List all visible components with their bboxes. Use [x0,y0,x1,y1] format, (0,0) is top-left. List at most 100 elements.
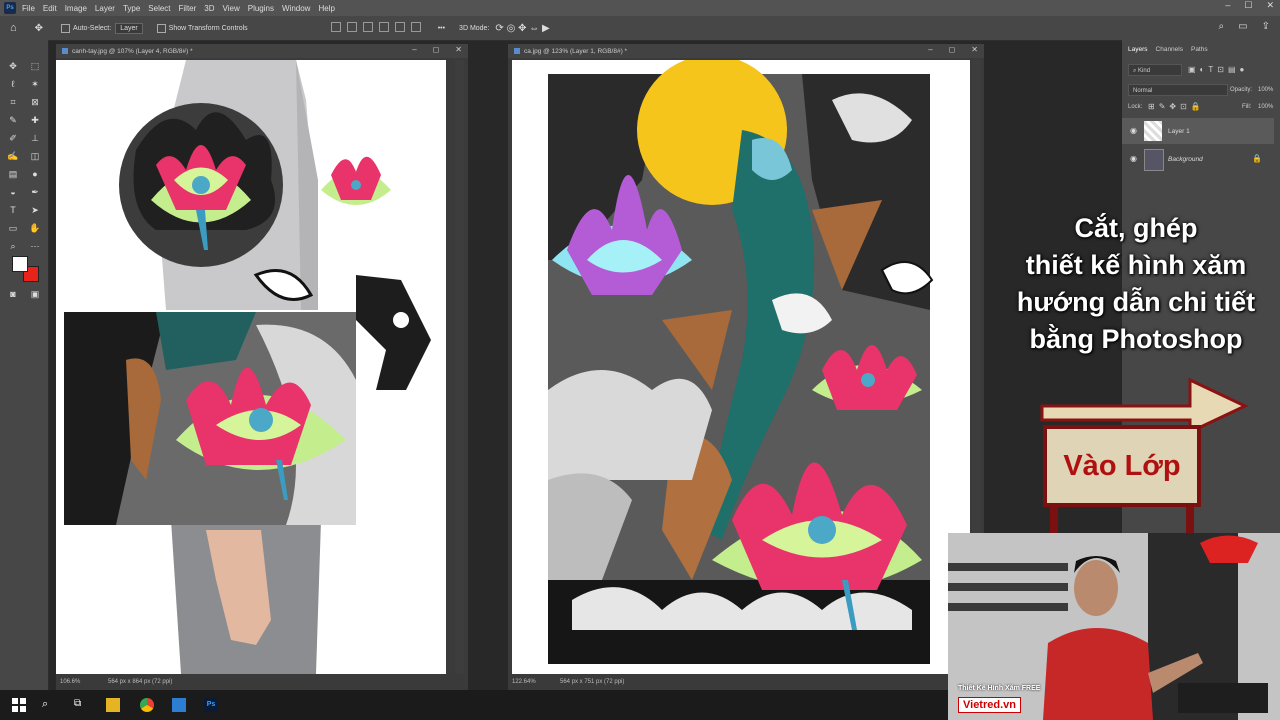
doc-restore-icon[interactable]: ◻ [433,45,440,54]
frame-tool-icon[interactable]: ⊠ [28,96,42,108]
marquee-tool-icon[interactable]: ⬚ [28,60,42,72]
foreground-color-swatch[interactable] [12,256,28,272]
auto-select-checkbox[interactable] [61,23,73,33]
menu-filter[interactable]: Filter [179,4,197,13]
align-right-icon[interactable] [410,22,421,32]
layer-name[interactable]: Background [1168,156,1203,163]
menu-3d[interactable]: 3D [204,4,214,13]
menu-view[interactable]: View [223,4,240,13]
brush-tool-icon[interactable]: ✐ [6,132,20,144]
eye-icon[interactable]: ◉ [1130,154,1137,163]
pen-tool-icon[interactable]: ✒ [28,186,42,198]
menu-bar: Ps File Edit Image Layer Type Select Fil… [0,0,1280,16]
eye-icon[interactable]: ◉ [1130,126,1137,135]
healing-brush-icon[interactable]: ✚ [28,114,42,126]
show-transform-checkbox[interactable] [156,23,169,33]
zoom-level[interactable]: 122.64% [512,679,550,685]
move-tool-preset-icon[interactable]: ✥ [35,23,43,34]
lasso-tool-icon[interactable]: ℓ [6,78,20,90]
share-icon[interactable]: ⇪ [1262,21,1270,32]
document-size: 564 px x 864 px (72 ppi) [108,679,173,685]
dodge-tool-icon[interactable]: ◒ [6,186,20,198]
fill-label: Fill: [1242,104,1252,110]
align-middle-icon[interactable] [346,22,357,32]
history-brush-icon[interactable]: ✍ [6,150,20,162]
doc-minimize-icon[interactable]: – [928,45,932,54]
minimize-button[interactable]: – [1225,0,1230,11]
type-tool-icon[interactable]: T [6,204,20,216]
menu-image[interactable]: Image [65,4,87,13]
photoshop-logo-icon[interactable]: Ps [4,2,16,14]
auto-select-dropdown[interactable]: Layer [115,22,143,34]
menu-file[interactable]: File [22,4,35,13]
hand-tool-icon[interactable]: ✋ [28,222,42,234]
workspace-icon[interactable]: ▭ [1238,21,1247,32]
blend-mode-dropdown[interactable]: Normal [1128,84,1228,96]
menu-type[interactable]: Type [123,4,140,13]
join-class-sign[interactable]: Vào Lớp [1043,425,1201,507]
canvas-koi[interactable] [512,60,970,674]
tab-channels[interactable]: Channels [1156,46,1183,53]
layer-name[interactable]: Layer 1 [1168,128,1190,135]
doc-restore-icon[interactable]: ◻ [949,45,956,54]
eyedropper-icon[interactable]: ✎ [6,114,20,126]
tab-paths[interactable]: Paths [1191,46,1208,53]
path-select-icon[interactable]: ➤ [28,204,42,216]
menu-plugins[interactable]: Plugins [248,4,274,13]
crop-tool-icon[interactable]: ⌗ [6,96,20,108]
show-transform-label: Show Transform Controls [168,24,248,32]
document-tab-title: canh-tay.jpg @ 107% (Layer 4, RGB/8#) * [72,47,193,55]
lock-icons[interactable]: ⊞✎✥⊡🔒 [1148,102,1205,111]
search-icon[interactable]: ⌕ [1219,21,1225,32]
tab-layers[interactable]: Layers [1128,46,1148,53]
more-tools-icon[interactable]: ⋯ [28,240,42,252]
maximize-button[interactable]: ☐ [1244,0,1252,11]
layer-filter-icons[interactable]: ▣◐T⊡▤● [1188,65,1248,74]
layer-filter-dropdown[interactable]: ⌕ Kind [1128,64,1182,76]
more-options-button[interactable]: ••• [438,25,445,32]
3d-orbit-icon[interactable]: ⟳ ◎ ✥ ⇔ ▶ [495,23,549,34]
menu-edit[interactable]: Edit [43,4,57,13]
screen-mode-icon[interactable]: ▣ [28,288,42,300]
blur-tool-icon[interactable]: ● [28,168,42,180]
align-bottom-icon[interactable] [362,22,373,32]
close-button[interactable]: ✕ [1266,0,1274,11]
store-icon[interactable] [172,698,186,712]
menu-select[interactable]: Select [148,4,170,13]
task-view-icon[interactable]: ⧉ [74,698,88,712]
stamp-tool-icon[interactable]: ⊥ [28,132,42,144]
vertical-scrollbar[interactable] [455,60,464,674]
home-icon[interactable]: ⌂ [10,22,17,34]
vietred-logo[interactable]: Vietred.vn [958,697,1021,713]
gradient-tool-icon[interactable]: ▤ [6,168,20,180]
zoom-tool-icon[interactable]: ⌕ [6,240,20,252]
file-explorer-icon[interactable] [106,698,120,712]
rectangle-tool-icon[interactable]: ▭ [6,222,20,234]
doc-close-icon[interactable]: ✕ [455,45,462,54]
align-center-icon[interactable] [394,22,405,32]
layer-row[interactable]: ◉ Layer 1 [1122,118,1274,144]
align-top-icon[interactable] [330,22,341,32]
menu-window[interactable]: Window [282,4,310,13]
doc-close-icon[interactable]: ✕ [971,45,978,54]
fill-value[interactable]: 100% [1258,104,1273,110]
search-icon[interactable]: ⌕ [42,698,56,712]
windows-start-icon[interactable] [12,698,26,712]
photoshop-taskbar-icon[interactable]: Ps [204,698,218,712]
doc-minimize-icon[interactable]: – [412,45,416,54]
opacity-value[interactable]: 100% [1258,87,1273,93]
canvas-arm[interactable] [56,60,446,674]
magic-wand-icon[interactable]: ✶ [28,78,42,90]
document-tab-arm[interactable]: canh-tay.jpg @ 107% (Layer 4, RGB/8#) * … [56,44,468,58]
eraser-icon[interactable]: ◫ [28,150,42,162]
menu-help[interactable]: Help [318,4,334,13]
align-left-icon[interactable] [378,22,389,32]
document-tab-koi[interactable]: ca.jpg @ 123% (Layer 1, RGB/8#) * – ◻ ✕ [508,44,984,58]
layer-row[interactable]: ◉ Background 🔒 [1122,146,1274,172]
document-window-arm: canh-tay.jpg @ 107% (Layer 4, RGB/8#) * … [56,44,468,690]
move-tool-icon[interactable]: ✥ [6,60,20,72]
chrome-icon[interactable] [140,698,154,712]
quick-mask-icon[interactable]: ◙ [6,288,20,300]
zoom-level[interactable]: 106.6% [60,679,98,685]
menu-layer[interactable]: Layer [95,4,115,13]
